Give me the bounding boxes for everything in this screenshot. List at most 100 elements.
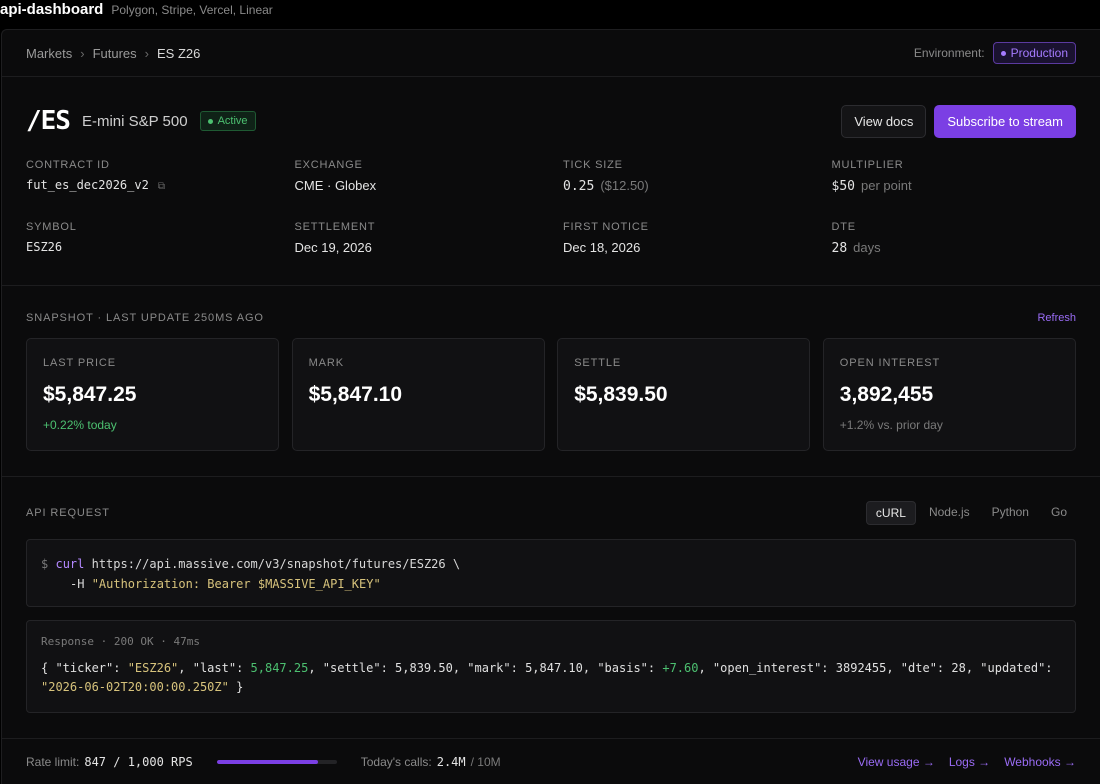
settlement-value: Dec 19, 2026 — [294, 240, 372, 255]
json-open-interest: 3892455 — [835, 661, 887, 675]
field-contract-id: CONTRACT ID fut_es_dec2026_v2 ⧉ — [26, 159, 295, 194]
auth-header: "Authorization: Bearer $MASSIVE_API_KEY" — [91, 577, 381, 591]
status-dot-icon — [207, 118, 213, 124]
card-label: SETTLE — [574, 357, 622, 369]
card-value: $5,839.50 — [574, 383, 668, 406]
card-change: +0.22% today — [43, 418, 117, 432]
breadcrumb: Markets › Futures › ES Z26 — [26, 46, 200, 61]
json-token: , "mark": — [452, 661, 526, 675]
contract-header: /ES E-mini S&P 500 Active View docs Subs… — [26, 101, 1076, 141]
snapshot-title: SNAPSHOT · LAST UPDATE 250MS AGO — [26, 312, 264, 324]
json-token: , "open_interest": — [698, 661, 836, 675]
request-code-block[interactable]: $ curl https://api.massive.com/v3/snapsh… — [26, 539, 1076, 607]
environment-label: Environment: — [913, 46, 985, 60]
field-exchange: EXCHANGE CME · Globex — [295, 159, 564, 194]
field-symbol: SYMBOL ESZ26 — [26, 221, 295, 256]
calls-label: Today's calls: — [360, 755, 432, 769]
field-value: 28 days — [832, 240, 1077, 256]
response-meta: Response · 200 OK · 47ms — [41, 635, 200, 648]
dte-value: 28 — [831, 241, 848, 256]
refresh-button[interactable]: Refresh — [1037, 312, 1076, 324]
json-basis: +7.60 — [662, 661, 699, 675]
field-tick-size: TICK SIZE 0.25 ($12.50) — [563, 159, 832, 194]
json-settle: 5,839.50 — [395, 661, 453, 675]
header-row: Markets › Futures › ES Z26 Environment: … — [2, 30, 1100, 77]
field-label: CONTRACT ID — [26, 159, 110, 171]
breadcrumb-markets[interactable]: Markets — [26, 46, 72, 61]
api-title: API REQUEST — [26, 507, 110, 519]
card-value: $5,847.25 — [43, 383, 137, 406]
response-body: { "ticker": "ESZ26", "last": 5,847.25, "… — [41, 659, 1061, 697]
subscribe-button[interactable]: Subscribe to stream — [934, 104, 1076, 138]
todays-calls: Today's calls: 2.4M / 10M — [361, 755, 501, 769]
card-value: 3,892,455 — [839, 383, 934, 406]
tick-size-extra: ($12.50) — [600, 178, 649, 193]
chevron-right-icon: › — [80, 45, 85, 61]
json-token: } — [228, 680, 244, 694]
field-value: fut_es_dec2026_v2 ⧉ — [26, 178, 295, 194]
card-label: LAST PRICE — [43, 357, 116, 369]
api-section: API REQUEST cURL Node.js Python Go $ cur… — [2, 477, 1100, 738]
json-mark: 5,847.10 — [525, 661, 583, 675]
request-line-2: -H "Authorization: Bearer $MASSIVE_API_K… — [41, 574, 1061, 594]
rate-limit: Rate limit: 847 / 1,000 RPS — [26, 755, 193, 769]
json-dte: 28 — [951, 661, 966, 675]
symbol-value: ESZ26 — [26, 240, 63, 254]
field-dte: DTE 28 days — [832, 221, 1077, 256]
environment-value: Production — [1010, 46, 1068, 60]
card-mark: MARK $5,847.10 — [291, 338, 545, 451]
snapshot-section: SNAPSHOT · LAST UPDATE 250MS AGO Refresh… — [2, 286, 1100, 477]
contract-name: E-mini S&P 500 — [81, 112, 188, 130]
json-token: , "settle": — [308, 661, 396, 675]
tab-nodejs[interactable]: Node.js — [920, 501, 979, 525]
snapshot-header: SNAPSHOT · LAST UPDATE 250MS AGO Refresh — [26, 312, 1076, 324]
json-token: , "last": — [178, 661, 251, 675]
card-change: +1.2% vs. prior day — [839, 418, 943, 432]
status-badge: Active — [199, 111, 256, 131]
chevron-right-icon: › — [144, 45, 149, 61]
tab-python[interactable]: Python — [983, 501, 1038, 525]
field-label: DTE — [831, 221, 856, 233]
webhooks-link[interactable]: Webhooks → — [1004, 755, 1076, 769]
field-label: SYMBOL — [26, 221, 77, 233]
status-dot-icon — [1000, 50, 1006, 56]
field-label: MULTIPLIER — [831, 159, 904, 171]
response-code-block[interactable]: Response · 200 OK · 47ms { "ticker": "ES… — [26, 620, 1076, 713]
header-flag: -H — [70, 577, 85, 591]
first-notice-value: Dec 18, 2026 — [563, 240, 641, 255]
field-label: SETTLEMENT — [294, 221, 376, 233]
tick-size-value: 0.25 — [563, 179, 595, 194]
multiplier-extra: per point — [860, 178, 912, 193]
field-first-notice: FIRST NOTICE Dec 18, 2026 — [563, 221, 832, 256]
tab-curl[interactable]: cURL — [865, 501, 916, 525]
app-title: api-dashboard — [0, 1, 104, 18]
curl-command: curl — [55, 557, 85, 571]
contract-fields: CONTRACT ID fut_es_dec2026_v2 ⧉ EXCHANGE… — [26, 159, 1076, 256]
field-label: EXCHANGE — [294, 159, 363, 171]
status-label: Active — [217, 115, 248, 127]
view-docs-button[interactable]: View docs — [841, 104, 927, 138]
logs-link[interactable]: Logs → — [949, 755, 990, 769]
request-url: https://api.massive.com/v3/snapshot/futu… — [91, 557, 461, 571]
contract-actions: View docs Subscribe to stream — [841, 104, 1076, 138]
tab-go[interactable]: Go — [1042, 501, 1076, 525]
json-token: , "updated": — [965, 661, 1053, 675]
card-label: MARK — [308, 357, 344, 369]
view-usage-link[interactable]: View usage → — [858, 755, 935, 769]
field-multiplier: MULTIPLIER $50 per point — [832, 159, 1077, 194]
json-updated: "2026-06-02T20:00:00.250Z" — [41, 680, 229, 694]
snapshot-cards: LAST PRICE $5,847.25 +0.22% today MARK $… — [26, 338, 1076, 451]
calls-limit: / 10M — [470, 755, 501, 769]
main-panel: Markets › Futures › ES Z26 Environment: … — [1, 29, 1100, 784]
breadcrumb-futures[interactable]: Futures — [93, 46, 137, 61]
contract-section: /ES E-mini S&P 500 Active View docs Subs… — [2, 77, 1100, 286]
field-value: 0.25 ($12.50) — [563, 178, 832, 194]
language-tabs: cURL Node.js Python Go — [865, 501, 1076, 525]
contract-ticker: /ES — [26, 106, 71, 136]
environment-badge[interactable]: Production — [992, 42, 1076, 64]
json-token: , "basis": — [582, 661, 663, 675]
dte-extra: days — [853, 240, 881, 255]
environment: Environment: Production — [914, 42, 1076, 64]
card-value: $5,847.10 — [308, 383, 403, 406]
copy-icon[interactable]: ⧉ — [158, 181, 165, 192]
